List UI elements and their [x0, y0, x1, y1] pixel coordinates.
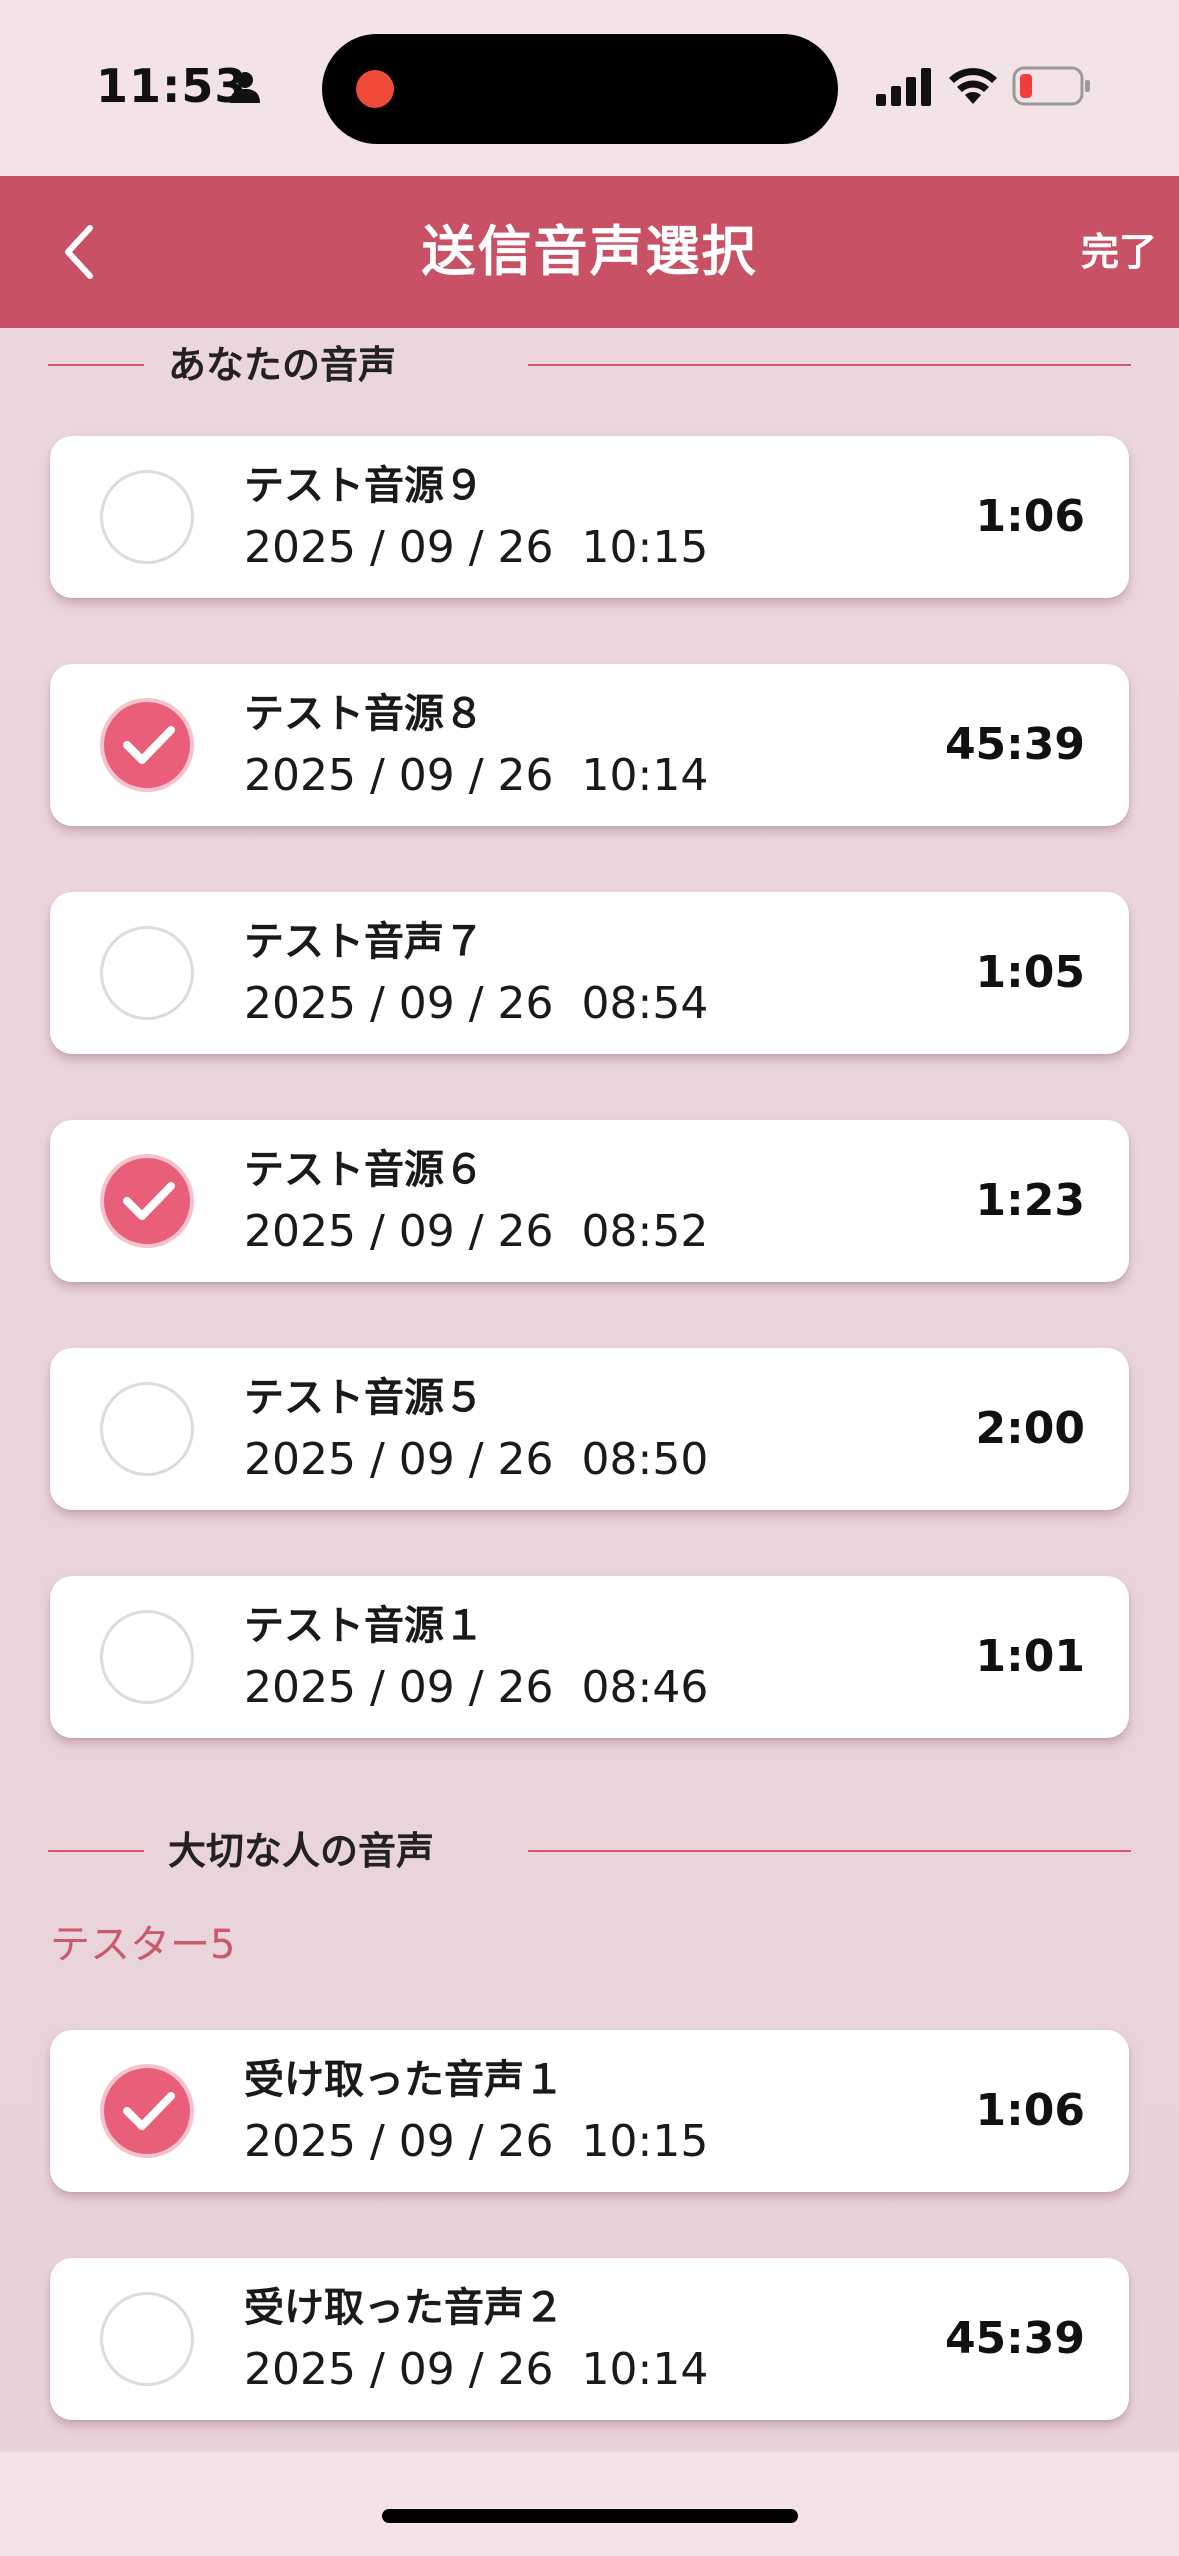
voice-title: テスト音声７	[244, 919, 484, 965]
voice-title: テスト音源６	[244, 1147, 484, 1193]
voice-title: テスト音源５	[244, 1375, 484, 1421]
voice-duration: 1:06	[975, 2085, 1085, 2136]
checkbox[interactable]	[100, 470, 194, 564]
checkbox[interactable]	[100, 698, 194, 792]
voice-title: テスト音源８	[244, 691, 484, 737]
sender-name: テスター5	[50, 1922, 236, 1968]
checkbox[interactable]	[100, 1154, 194, 1248]
voice-date: 2025 / 09 / 26 08:46	[244, 1662, 709, 1713]
checkbox[interactable]	[100, 926, 194, 1020]
received-voice-item[interactable]: 受け取った音声２ 2025 / 09 / 26 10:14 45:39	[50, 2258, 1129, 2420]
voice-item[interactable]: テスト音声７ 2025 / 09 / 26 08:54 1:05	[50, 892, 1129, 1054]
wifi-icon	[949, 68, 997, 104]
voice-title: 受け取った音声２	[244, 2285, 564, 2331]
battery-icon	[1012, 66, 1090, 106]
voice-item[interactable]: テスト音源９ 2025 / 09 / 26 10:15 1:06	[50, 436, 1129, 598]
home-indicator[interactable]	[382, 2509, 798, 2523]
voice-item[interactable]: テスト音源８ 2025 / 09 / 26 10:14 45:39	[50, 664, 1129, 826]
divider	[48, 364, 144, 366]
cellular-signal-icon	[876, 68, 931, 106]
voice-item[interactable]: テスト音源１ 2025 / 09 / 26 08:46 1:01	[50, 1576, 1129, 1738]
section-header-my-voices: あなたの音声	[48, 330, 1131, 400]
divider	[528, 1850, 1131, 1852]
section-title: あなたの音声	[168, 343, 397, 387]
dynamic-island	[322, 34, 838, 144]
section-title: 大切な人の音声	[168, 1829, 435, 1873]
divider	[48, 1850, 144, 1852]
checkmark-icon	[123, 2092, 175, 2130]
voice-date: 2025 / 09 / 26 10:15	[244, 2116, 709, 2167]
voice-date: 2025 / 09 / 26 10:14	[244, 2344, 709, 2395]
voice-date: 2025 / 09 / 26 10:15	[244, 522, 709, 573]
received-voice-item[interactable]: 受け取った音声１ 2025 / 09 / 26 10:15 1:06	[50, 2030, 1129, 2192]
page-title: 送信音声選択	[421, 220, 758, 283]
voice-duration: 45:39	[944, 2313, 1085, 2364]
divider	[528, 364, 1131, 366]
voice-date: 2025 / 09 / 26 08:54	[244, 978, 709, 1029]
voice-duration: 1:06	[975, 491, 1085, 542]
checkbox[interactable]	[100, 2064, 194, 2158]
voice-date: 2025 / 09 / 26 08:52	[244, 1206, 709, 1257]
status-bar: 11:53	[0, 0, 1179, 176]
done-button[interactable]: 完了	[1081, 224, 1157, 280]
person-icon	[230, 72, 260, 103]
voice-duration: 45:39	[944, 719, 1085, 770]
checkbox[interactable]	[100, 1382, 194, 1476]
nav-bar: 送信音声選択 完了	[0, 176, 1179, 328]
voice-date: 2025 / 09 / 26 08:50	[244, 1434, 709, 1485]
voice-duration: 2:00	[975, 1403, 1085, 1454]
recording-indicator-icon	[356, 70, 394, 108]
status-time: 11:53	[96, 59, 248, 113]
voice-title: 受け取った音声１	[244, 2057, 564, 2103]
checkmark-icon	[123, 726, 175, 764]
voice-list[interactable]: あなたの音声 テスト音源９ 2025 / 09 / 26 10:15 1:06 …	[0, 328, 1179, 2452]
checkmark-icon	[123, 1182, 175, 1220]
home-indicator-area	[0, 2452, 1179, 2556]
voice-title: テスト音源９	[244, 463, 484, 509]
voice-duration: 1:23	[975, 1175, 1085, 1226]
voice-item[interactable]: テスト音源５ 2025 / 09 / 26 08:50 2:00	[50, 1348, 1129, 1510]
checkbox[interactable]	[100, 2292, 194, 2386]
section-header-important-voices: 大切な人の音声	[48, 1816, 1131, 1886]
voice-title: テスト音源１	[244, 1603, 484, 1649]
chevron-left-icon	[65, 225, 93, 279]
voice-duration: 1:05	[975, 947, 1085, 998]
voice-item[interactable]: テスト音源６ 2025 / 09 / 26 08:52 1:23	[50, 1120, 1129, 1282]
voice-duration: 1:01	[975, 1631, 1085, 1682]
back-button[interactable]	[40, 212, 120, 292]
checkbox[interactable]	[100, 1610, 194, 1704]
voice-date: 2025 / 09 / 26 10:14	[244, 750, 709, 801]
